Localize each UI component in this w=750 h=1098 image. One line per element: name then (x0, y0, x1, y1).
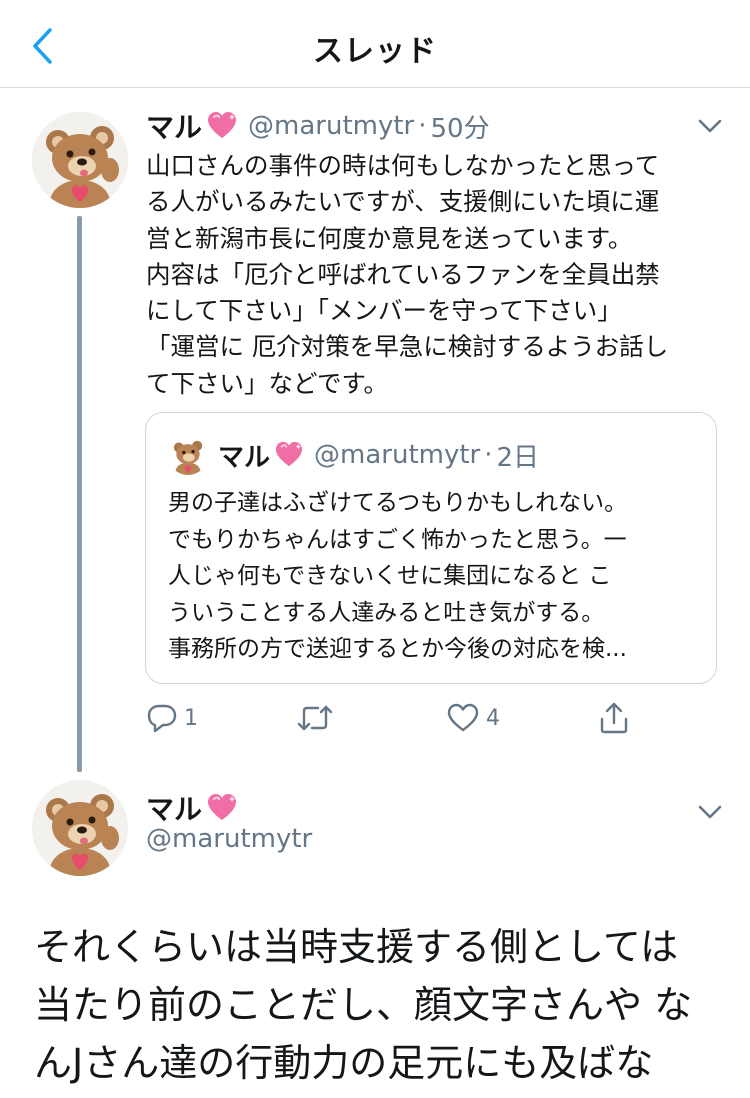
avatar[interactable] (32, 780, 128, 876)
quoted-tweet-card[interactable]: マル @marutmytr · 2日 男の子達はふざけてるつもりかもしれない。 … (145, 412, 717, 684)
tweet-timestamp[interactable]: 50分 (431, 108, 490, 145)
avatar[interactable] (32, 112, 128, 208)
author-name[interactable]: マル (146, 106, 202, 146)
tweet-body: 山口さんの事件の時は何もしなかったと思って る人がいるみたいですが、支援側にいた… (146, 151, 669, 398)
tweet-timestamp: 2日 (496, 442, 540, 473)
like-icon (447, 703, 479, 732)
bear-avatar-image (168, 435, 208, 475)
bear-avatar-image (32, 112, 128, 208)
page-title: スレッド (313, 34, 437, 69)
quoted-tweet-header: マル @marutmytr · 2日 (168, 435, 539, 475)
chevron-down-icon (698, 119, 722, 133)
avatar (168, 435, 208, 475)
author-handle: @marutmytr (314, 440, 481, 470)
like-button[interactable]: 4 (446, 696, 500, 740)
author-handle[interactable]: @marutmytr (146, 824, 312, 854)
reply-button[interactable]: 1 (146, 696, 198, 740)
separator-dot: · (484, 440, 493, 470)
reply-icon (147, 704, 177, 733)
sparkling-heart-icon (206, 793, 238, 823)
reply-count: 1 (184, 705, 198, 731)
retweet-icon (297, 705, 333, 731)
sparkling-heart-icon (274, 441, 304, 469)
tweet-menu-button[interactable] (694, 796, 726, 828)
author-handle[interactable]: @marutmytr (248, 111, 414, 141)
chevron-down-icon (698, 805, 722, 819)
tweet-header: マル (146, 788, 248, 828)
like-count: 4 (486, 705, 500, 731)
tweet-menu-button[interactable] (694, 110, 726, 142)
top-bar: スレッド (0, 0, 750, 88)
tweet-body: それくらいは当時支援する側としては 当たり前のことだし、顔文字さんや な んJさ… (34, 925, 693, 1085)
separator-dot: · (418, 111, 427, 141)
sparkling-heart-icon (206, 111, 238, 141)
share-icon (600, 702, 628, 734)
tweet-actions: 1 4 (146, 696, 646, 740)
author-name: マル (218, 442, 271, 473)
bear-avatar-image (32, 780, 128, 876)
thread-connector-line (77, 216, 82, 772)
quoted-tweet-body: 男の子達はふざけてるつもりかもしれない。 でもりかちゃんはすごく怖かったと思う。… (168, 490, 628, 662)
share-button[interactable] (598, 696, 630, 740)
tweet-header: マル @marutmytr · 50分 (146, 108, 490, 144)
retweet-button[interactable] (296, 696, 340, 740)
author-name[interactable]: マル (146, 788, 202, 828)
